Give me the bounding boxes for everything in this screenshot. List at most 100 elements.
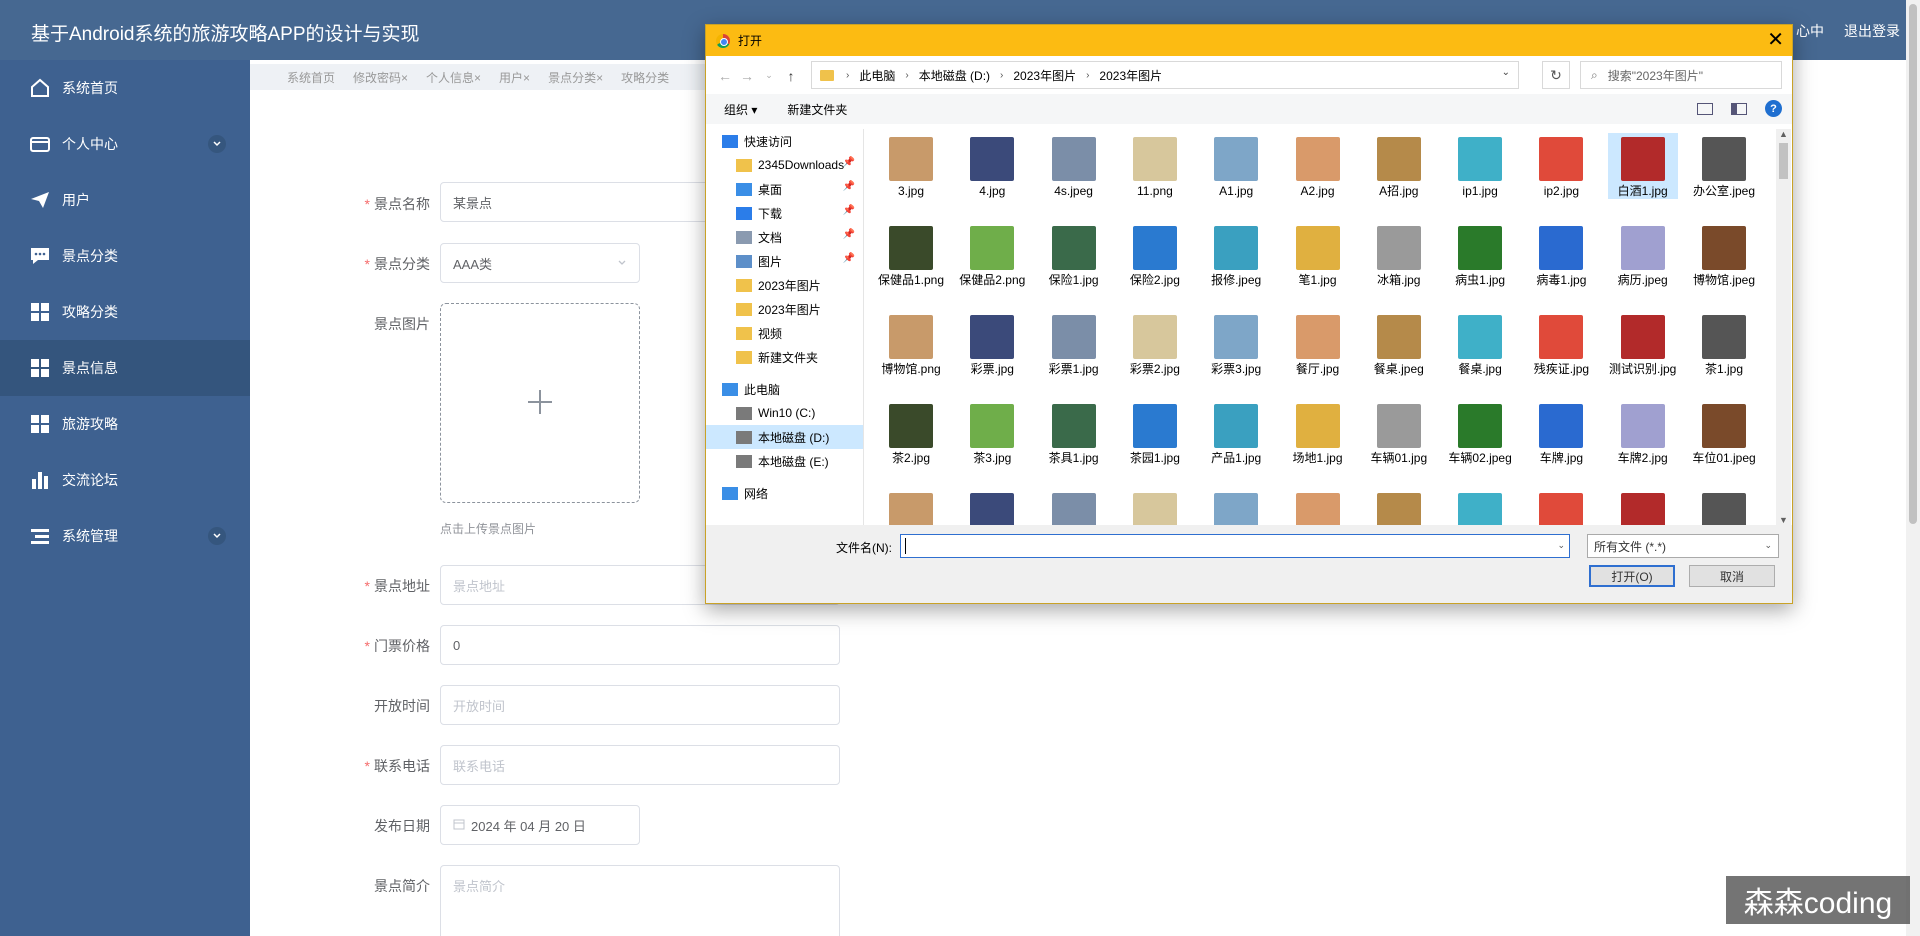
- sidebar-item-system-management[interactable]: 系统管理: [0, 508, 250, 564]
- sidebar-item-scenic-category[interactable]: 景点分类: [0, 228, 250, 284]
- sidebar-item-home[interactable]: 系统首页: [0, 60, 250, 116]
- file-item[interactable]: 车位01.jpeg: [1689, 400, 1759, 466]
- file-item[interactable]: 病虫1.jpg: [1445, 222, 1515, 288]
- view-options-icon[interactable]: [1697, 102, 1713, 115]
- nav-item[interactable]: 文档 📌: [706, 225, 863, 249]
- file-item[interactable]: 4s.jpeg: [1039, 133, 1109, 199]
- nav-item[interactable]: 图片 📌: [706, 249, 863, 273]
- file-item[interactable]: A1.jpg: [1201, 133, 1271, 199]
- organize-menu[interactable]: 组织 ▾: [724, 101, 757, 118]
- file-item[interactable]: 残疾证.jpg: [1526, 311, 1596, 377]
- image-upload[interactable]: [440, 303, 640, 503]
- file-item[interactable]: [1364, 489, 1434, 525]
- hours-input[interactable]: 开放时间: [440, 685, 840, 725]
- nav-item[interactable]: 2023年图片: [706, 297, 863, 321]
- scroll-up-icon[interactable]: ▲: [1779, 129, 1788, 139]
- close-icon[interactable]: ✕: [1767, 29, 1784, 51]
- file-item[interactable]: [957, 489, 1027, 525]
- file-item[interactable]: 彩票1.jpg: [1039, 311, 1109, 377]
- nav-item[interactable]: 桌面 📌: [706, 177, 863, 201]
- file-item[interactable]: 车牌2.jpg: [1608, 400, 1678, 466]
- price-input[interactable]: 0: [440, 625, 840, 665]
- file-item[interactable]: 彩票3.jpg: [1201, 311, 1271, 377]
- page-scrollbar-thumb[interactable]: [1909, 4, 1917, 524]
- scrollbar-thumb[interactable]: [1779, 143, 1788, 179]
- personal-center-link[interactable]: 心中: [1796, 21, 1824, 41]
- breadcrumb-folder[interactable]: 2023年图片: [1013, 67, 1076, 84]
- breadcrumb-current-folder[interactable]: 2023年图片: [1099, 67, 1162, 84]
- file-item[interactable]: 保健品2.png: [957, 222, 1027, 288]
- tag-users[interactable]: 用户×: [499, 69, 530, 86]
- nav-item[interactable]: Win10 (C:): [706, 401, 863, 425]
- nav-item[interactable]: 2023年图片: [706, 273, 863, 297]
- file-item[interactable]: [876, 489, 946, 525]
- file-item[interactable]: 白酒1.jpg: [1607, 133, 1678, 199]
- help-icon[interactable]: ?: [1765, 100, 1782, 117]
- intro-textarea[interactable]: 景点简介: [440, 865, 840, 936]
- open-button[interactable]: 打开(O): [1589, 565, 1675, 587]
- search-input[interactable]: ⌕ 搜索"2023年图片": [1580, 61, 1782, 89]
- file-item[interactable]: 保险1.jpg: [1039, 222, 1109, 288]
- cancel-button[interactable]: 取消: [1689, 565, 1775, 587]
- phone-input[interactable]: 联系电话: [440, 745, 840, 785]
- tag-guide-category[interactable]: 攻略分类: [621, 69, 669, 86]
- chevron-down-icon[interactable]: ⌄: [1557, 540, 1565, 551]
- chevron-down-icon[interactable]: ⌄: [1502, 67, 1510, 78]
- file-item[interactable]: A招.jpg: [1364, 133, 1434, 199]
- file-item[interactable]: 办公室.jpeg: [1689, 133, 1759, 199]
- file-item[interactable]: 茶3.jpg: [957, 400, 1027, 466]
- file-item[interactable]: 笔1.jpg: [1283, 222, 1353, 288]
- chevron-down-icon[interactable]: [208, 135, 226, 153]
- chevron-down-icon[interactable]: [208, 527, 226, 545]
- file-item[interactable]: 报修.jpeg: [1201, 222, 1271, 288]
- date-picker[interactable]: 2024 年 04 月 20 日: [440, 805, 640, 845]
- back-arrow-icon[interactable]: ←: [714, 68, 736, 84]
- nav-item[interactable]: 新建文件夹: [706, 345, 863, 369]
- file-item[interactable]: 病历.jpeg: [1608, 222, 1678, 288]
- file-item[interactable]: 餐桌.jpeg: [1364, 311, 1434, 377]
- file-item[interactable]: A2.jpg: [1283, 133, 1353, 199]
- sidebar-item-scenic-info[interactable]: 景点信息: [0, 340, 250, 396]
- file-item[interactable]: [1526, 489, 1596, 525]
- tag-home[interactable]: 系统首页: [287, 69, 335, 86]
- file-item[interactable]: 彩票2.jpg: [1120, 311, 1190, 377]
- file-item[interactable]: 保险2.jpg: [1120, 222, 1190, 288]
- address-bar[interactable]: › 此电脑 › 本地磁盘 (D:) › 2023年图片 › 2023年图片 ⌄: [811, 61, 1519, 89]
- file-item[interactable]: [1283, 489, 1353, 525]
- file-item[interactable]: 车牌.jpg: [1526, 400, 1596, 466]
- file-list-scrollbar[interactable]: ▲ ▼: [1776, 129, 1791, 525]
- nav-item[interactable]: 视频: [706, 321, 863, 345]
- page-scrollbar[interactable]: [1906, 0, 1920, 936]
- category-select[interactable]: AAA类: [440, 243, 640, 283]
- recent-dropdown-icon[interactable]: ⌄: [758, 70, 780, 81]
- tag-personal-info[interactable]: 个人信息×: [426, 69, 481, 86]
- nav-item[interactable]: 快速访问: [706, 129, 863, 153]
- refresh-icon[interactable]: ↻: [1542, 61, 1570, 89]
- file-item[interactable]: 病毒1.jpg: [1526, 222, 1596, 288]
- file-item[interactable]: 茶2.jpg: [876, 400, 946, 466]
- forward-arrow-icon[interactable]: →: [736, 68, 758, 84]
- file-item[interactable]: 场地1.jpg: [1283, 400, 1353, 466]
- tag-scenic-category[interactable]: 景点分类×: [548, 69, 603, 86]
- up-arrow-icon[interactable]: ↑: [780, 68, 802, 84]
- file-item[interactable]: 彩票.jpg: [957, 311, 1027, 377]
- file-item[interactable]: 测试识别.jpg: [1608, 311, 1678, 377]
- logout-link[interactable]: 退出登录: [1844, 21, 1900, 41]
- file-item[interactable]: [1201, 489, 1271, 525]
- scroll-down-icon[interactable]: ▼: [1779, 515, 1788, 525]
- file-item[interactable]: 保健品1.png: [876, 222, 946, 288]
- file-item[interactable]: 冰箱.jpg: [1364, 222, 1434, 288]
- file-item[interactable]: 博物馆.png: [876, 311, 946, 377]
- file-item[interactable]: 博物馆.jpeg: [1689, 222, 1759, 288]
- file-item[interactable]: [1445, 489, 1515, 525]
- nav-item[interactable]: 本地磁盘 (D:): [706, 425, 863, 449]
- breadcrumb-drive-d[interactable]: 本地磁盘 (D:): [919, 67, 990, 84]
- sidebar-item-personal-center[interactable]: 个人中心: [0, 116, 250, 172]
- sidebar-item-guide-category[interactable]: 攻略分类: [0, 284, 250, 340]
- nav-item[interactable]: 本地磁盘 (E:): [706, 449, 863, 473]
- file-item[interactable]: 茶具1.jpg: [1039, 400, 1109, 466]
- sidebar-item-users[interactable]: 用户: [0, 172, 250, 228]
- sidebar-item-forum[interactable]: 交流论坛: [0, 452, 250, 508]
- file-item[interactable]: 茶园1.jpg: [1120, 400, 1190, 466]
- file-type-select[interactable]: 所有文件 (*.*) ⌄: [1587, 534, 1779, 558]
